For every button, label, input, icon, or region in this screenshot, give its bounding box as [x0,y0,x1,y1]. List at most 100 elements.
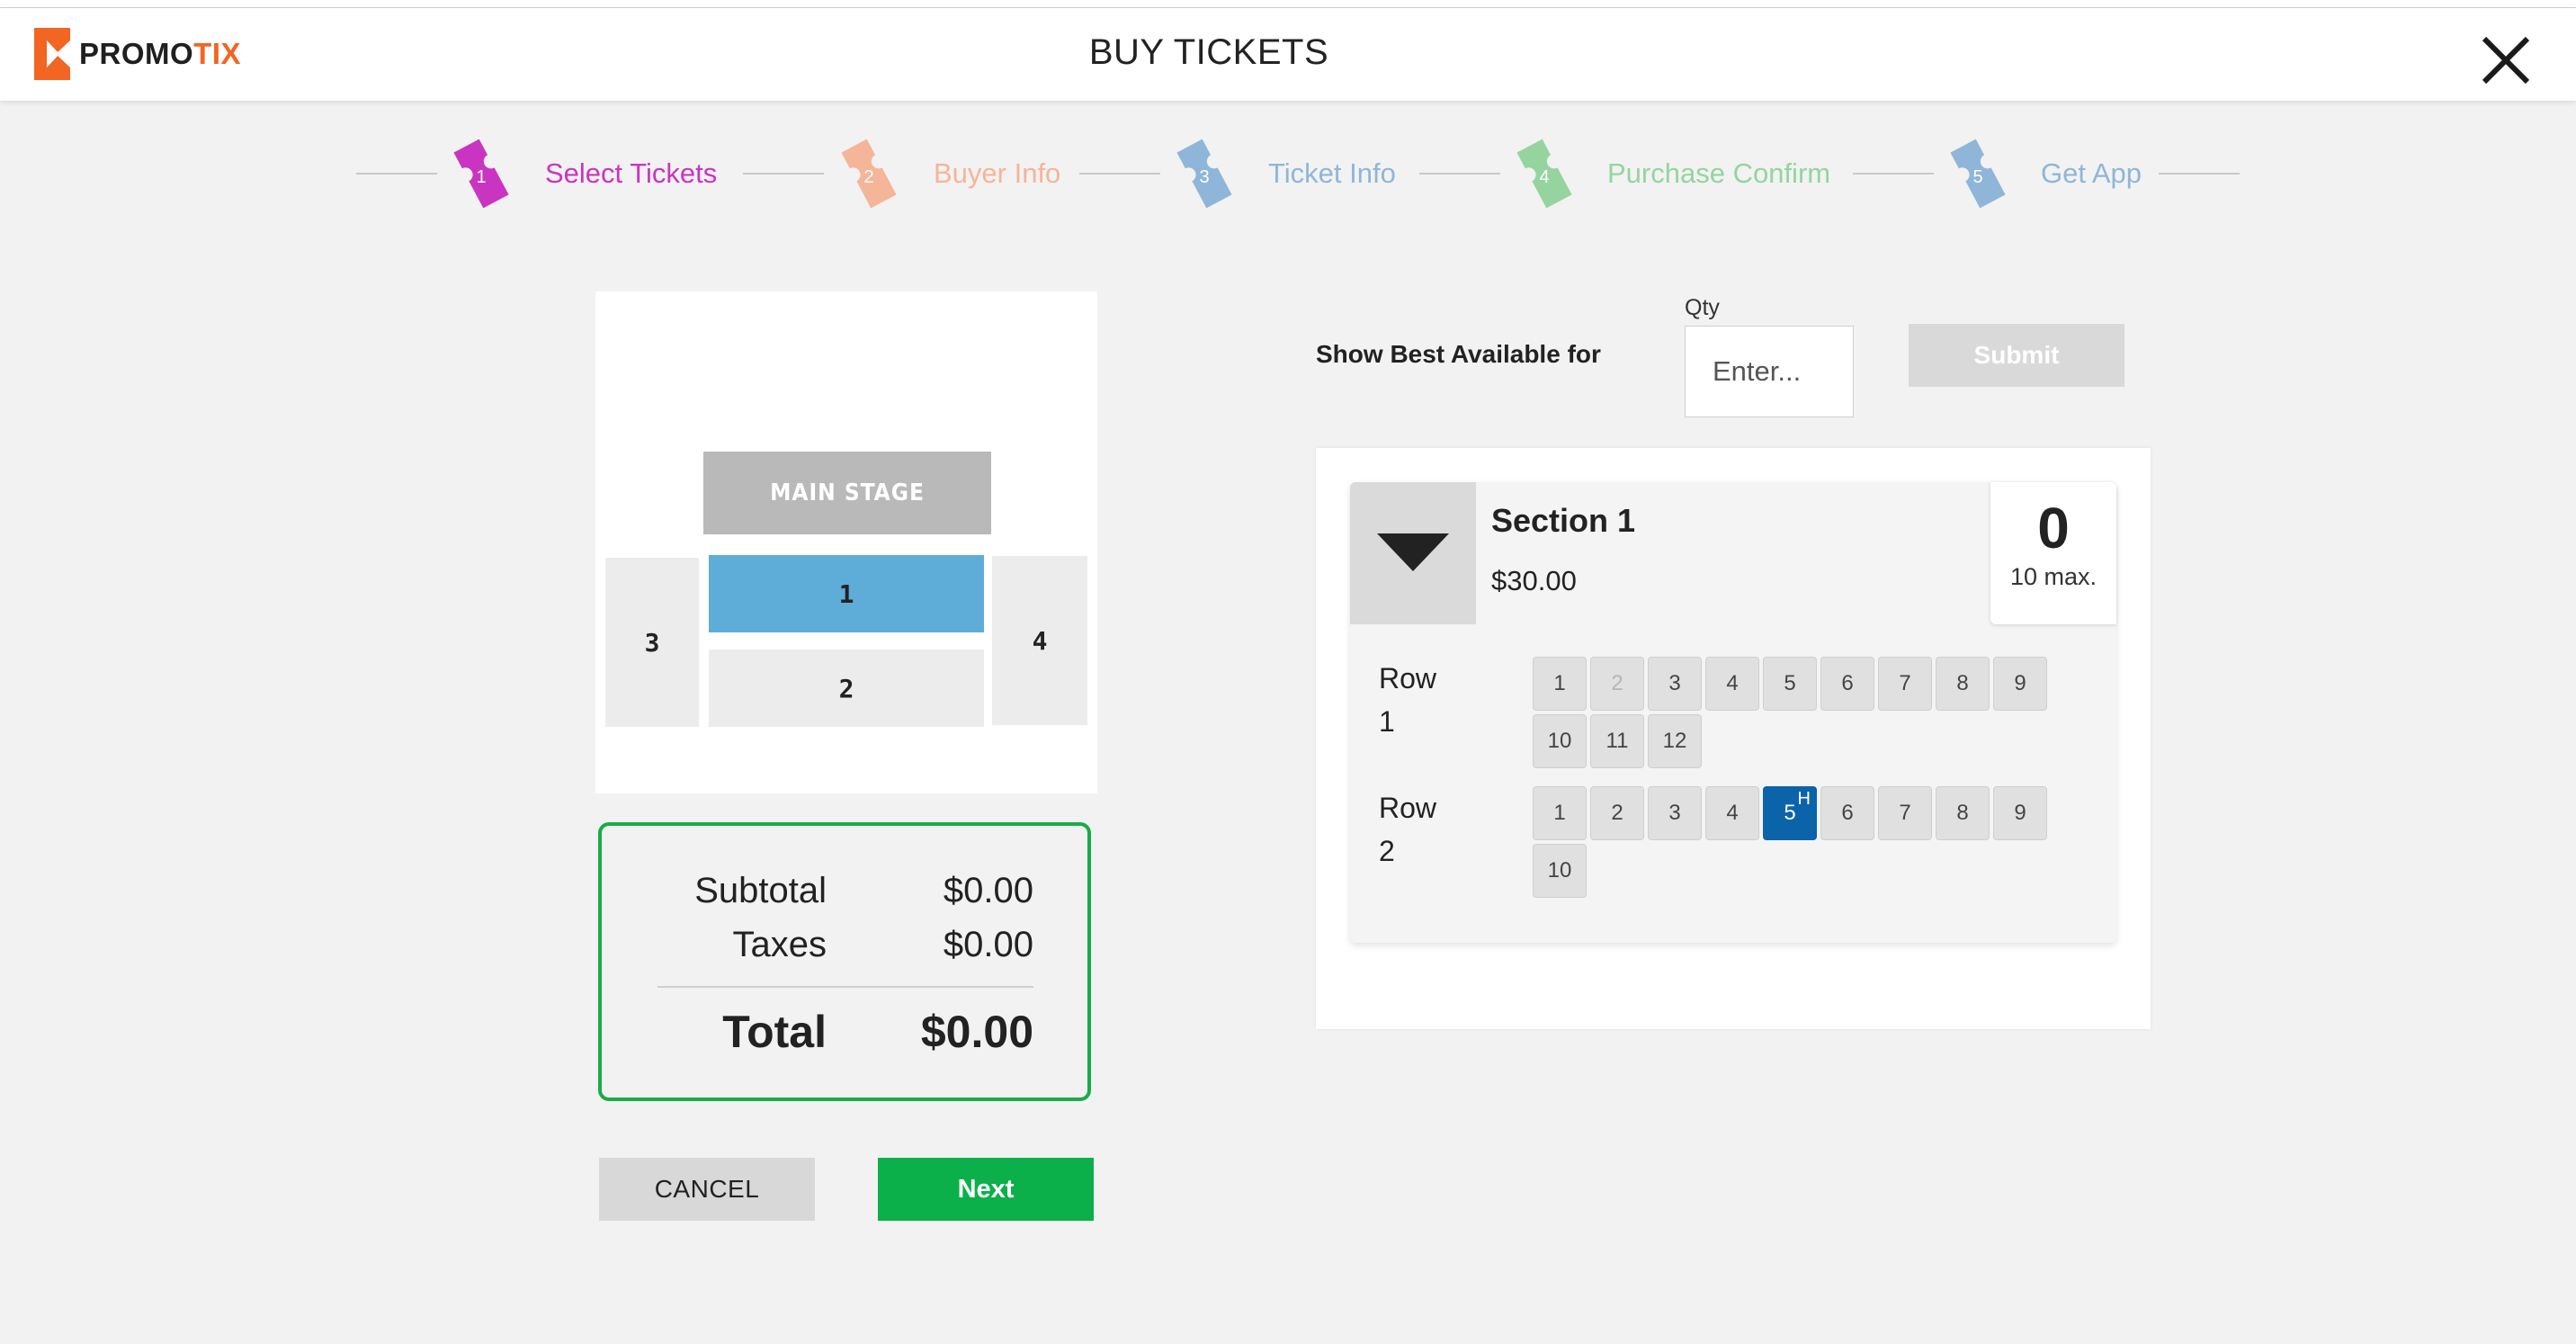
seat-row2-8[interactable]: 8 [1936,786,1990,840]
step-number: 1 [476,167,486,187]
seat-number: 2 [1611,801,1623,825]
seat-number: 12 [1662,729,1687,753]
step-number: 5 [1972,167,1982,187]
step-connector [356,173,437,175]
seat-row2-6[interactable]: 6 [1820,786,1874,840]
seat-row2-10[interactable]: 10 [1533,844,1587,898]
close-icon[interactable] [2479,33,2533,87]
map-section-4[interactable]: 4 [992,556,1087,725]
ticket-step-1-icon: 1 [453,139,509,209]
order-summary: Subtotal $0.00 Taxes $0.00 Total $0.00 [598,822,1091,1101]
step-label-ticket-info[interactable]: Ticket Info [1268,157,1396,190]
section-quantity-box: 0 10 max. [1990,482,2116,624]
seat-number: 11 [1606,729,1629,753]
step-connector [2159,173,2240,175]
seat-row1-6[interactable]: 6 [1820,657,1874,711]
step-label-get-app[interactable]: Get App [2041,157,2142,190]
step-label-select-tickets[interactable]: Select Tickets [545,157,717,190]
step-number: 3 [1199,167,1209,187]
seat-row1-10[interactable]: 10 [1533,714,1587,768]
ticket-step-5-icon: 5 [1950,139,2006,209]
subtotal-value: $0.00 [943,871,1033,910]
summary-divider [657,986,1033,988]
seat-row1-5[interactable]: 5 [1763,657,1817,711]
main-stage: MAIN STAGE [703,452,991,534]
seat-number: 5 [1784,671,1796,695]
seat-row1-3[interactable]: 3 [1648,657,1702,711]
seat-hold-badge: H [1797,789,1811,809]
seat-row1-1[interactable]: 1 [1533,657,1587,711]
step-label-buyer-info[interactable]: Buyer Info [934,157,1060,190]
seat-number: 3 [1668,801,1681,825]
row-word: Row [1379,662,1437,694]
section-card: Section 1 $30.00 0 10 max. Row 1 1234567… [1350,482,2116,943]
seat-number: 9 [2014,801,2026,825]
step-label-purchase-confirm[interactable]: Purchase Confirm [1607,157,1830,190]
total-label: Total [722,1007,827,1057]
taxes-value: $0.00 [943,925,1033,964]
row-number: 1 [1379,705,1395,738]
seat-number: 8 [1956,671,1969,695]
seat-number: 3 [1668,671,1681,695]
section-name: Section 1 [1491,502,1636,539]
seat-row2-9[interactable]: 9 [1993,786,2047,840]
seat-row2-7[interactable]: 7 [1878,786,1932,840]
step-connector [1079,173,1160,175]
seat-number: 6 [1841,671,1854,695]
total-value: $0.00 [920,1007,1033,1057]
seat-row2-4[interactable]: 4 [1705,786,1759,840]
seat-row1-9[interactable]: 9 [1993,657,2047,711]
seat-row1-11[interactable]: 11 [1590,714,1644,768]
taxes-label: Taxes [732,925,827,964]
seat-row1-2: 2 [1590,657,1644,711]
venue-map: MAIN STAGE 1 2 3 4 [595,291,1097,793]
submit-button[interactable]: Submit [1909,324,2124,387]
seat-row1-4[interactable]: 4 [1705,657,1759,711]
seat-number: 1 [1553,671,1566,695]
section-quantity: 0 [2037,496,2070,560]
step-connector [743,173,824,175]
ticket-step-3-icon: 3 [1176,139,1232,209]
section-collapse-toggle[interactable] [1350,482,1476,624]
page-title: BUY TICKETS [1088,32,1329,72]
seat-row1-8[interactable]: 8 [1936,657,1990,711]
seat-number: 7 [1899,801,1911,825]
row-word: Row [1379,792,1437,824]
row-number: 2 [1379,835,1395,867]
map-section-2[interactable]: 2 [709,650,984,727]
caret-down-icon [1377,533,1449,571]
seat-number: 8 [1956,801,1969,825]
seat-row2-5[interactable]: 5H [1763,786,1817,840]
best-available-label: Show Best Available for [1316,340,1601,368]
checkout-steps: 1 Select Tickets 2 Buyer Info 3 Ticket I… [0,135,2576,216]
seat-row2-2[interactable]: 2 [1590,786,1644,840]
header: PROMOTIX BUY TICKETS [0,8,2576,101]
next-button[interactable]: Next [878,1158,1094,1221]
seat-number: 10 [1547,729,1572,753]
seat-number: 9 [2014,671,2026,695]
map-section-1[interactable]: 1 [709,555,984,632]
qty-input[interactable] [1685,326,1854,417]
seat-row1-12[interactable]: 12 [1648,714,1702,768]
section-price: $30.00 [1491,565,1577,596]
step-connector [1853,173,1934,175]
seat-number: 4 [1726,801,1739,825]
section-list-panel: Section 1 $30.00 0 10 max. Row 1 1234567… [1316,448,2151,1029]
seat-number: 2 [1611,671,1623,695]
seat-number: 6 [1841,801,1854,825]
step-number: 4 [1539,167,1549,187]
seat-number: 4 [1726,671,1739,695]
seat-row1-7[interactable]: 7 [1878,657,1932,711]
cancel-button[interactable]: CANCEL [599,1158,815,1221]
step-connector [1419,173,1500,175]
top-border [0,0,2576,8]
seat-row2-1[interactable]: 1 [1533,786,1587,840]
step-number: 2 [863,167,873,187]
row-label-2: Row 2 [1379,786,1442,873]
seat-row2-3[interactable]: 3 [1648,786,1702,840]
subtotal-label: Subtotal [694,871,827,910]
ticket-step-2-icon: 2 [841,139,897,209]
map-section-3[interactable]: 3 [605,558,699,727]
seat-number: 10 [1547,858,1572,883]
section-max: 10 max. [2009,563,2097,590]
